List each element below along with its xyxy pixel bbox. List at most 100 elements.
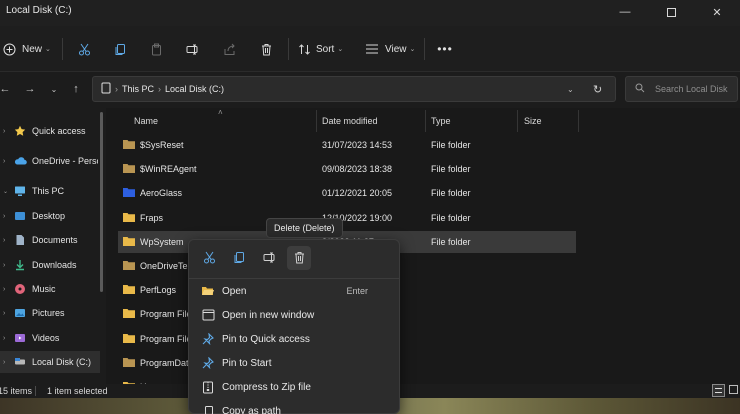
- chevron-right-icon[interactable]: ›: [3, 158, 5, 165]
- chevron-down-icon[interactable]: ⌄: [3, 188, 8, 195]
- column-divider[interactable]: [425, 110, 426, 132]
- cut-button[interactable]: [73, 38, 95, 60]
- refresh-icon: ↻: [593, 83, 603, 96]
- details-view-icon: [715, 388, 722, 393]
- rename-button[interactable]: [181, 38, 203, 60]
- open-folder-icon: [201, 284, 215, 298]
- column-header-type[interactable]: Type: [431, 110, 451, 132]
- back-button[interactable]: ←: [0, 80, 14, 98]
- menu-item-pin-quick-access[interactable]: Pin to Quick access: [191, 327, 398, 351]
- chevron-right-icon[interactable]: ›: [3, 310, 5, 317]
- column-divider[interactable]: [316, 110, 317, 132]
- column-label: Type: [431, 116, 451, 126]
- table-row[interactable]: Fraps 12/10/2022 19:00 File folder: [118, 207, 576, 229]
- sidebar-item-documents[interactable]: › Documents: [0, 229, 100, 251]
- up-button[interactable]: ↑: [67, 80, 85, 98]
- context-copy-button[interactable]: [227, 246, 251, 270]
- column-label: Name: [134, 116, 159, 126]
- sidebar-item-music[interactable]: › Music: [0, 278, 100, 300]
- context-cut-button[interactable]: [197, 246, 221, 270]
- sidebar-item-quick-access[interactable]: › Quick access: [0, 120, 100, 142]
- paste-button[interactable]: [145, 38, 167, 60]
- videos-icon: [14, 332, 26, 344]
- paste-icon: [150, 43, 163, 56]
- column-divider[interactable]: [517, 110, 518, 132]
- menu-item-pin-start[interactable]: Pin to Start: [191, 351, 398, 375]
- chevron-right-icon[interactable]: ›: [3, 359, 5, 366]
- sidebar-scrollbar[interactable]: [100, 112, 103, 292]
- folder-icon: [123, 333, 135, 343]
- file-date-modified: 01/12/2021 20:05: [322, 188, 393, 199]
- minimize-button[interactable]: —: [602, 0, 648, 24]
- column-header-name[interactable]: Name: [134, 110, 158, 132]
- sidebar-item-desktop[interactable]: › Desktop: [0, 205, 100, 227]
- command-bar: New ⌄ Sort ⌄ View ⌄ •••: [0, 26, 740, 72]
- breadcrumb-local-disk[interactable]: Local Disk (C:): [165, 84, 224, 94]
- menu-item-open[interactable]: Open Enter: [191, 279, 398, 303]
- chevron-right-icon[interactable]: ›: [3, 128, 5, 135]
- view-list-icon: [365, 43, 379, 55]
- address-history-button[interactable]: ⌄: [567, 85, 574, 94]
- documents-icon: [14, 234, 26, 246]
- new-button[interactable]: New ⌄: [3, 38, 51, 60]
- table-row[interactable]: AeroGlass 01/12/2021 20:05 File folder: [118, 182, 576, 204]
- forward-button[interactable]: →: [21, 80, 39, 98]
- chevron-right-icon[interactable]: ›: [3, 286, 5, 293]
- sidebar-item-label: Videos: [32, 333, 60, 343]
- search-input[interactable]: Search Local Disk: [625, 76, 738, 102]
- column-header-size[interactable]: Size: [524, 110, 542, 132]
- delete-tooltip: Delete (Delete): [266, 218, 343, 238]
- more-options-button[interactable]: •••: [434, 38, 456, 60]
- column-header-date[interactable]: Date modified: [322, 110, 378, 132]
- address-bar[interactable]: › This PC › Local Disk (C:) ⌄ ↻: [92, 76, 616, 102]
- arrow-right-icon: →: [24, 83, 36, 95]
- view-button[interactable]: View ⌄: [365, 38, 415, 60]
- chevron-down-icon: ⌄: [45, 46, 51, 53]
- drive-icon: [101, 82, 111, 96]
- column-label: Date modified: [322, 116, 378, 126]
- sidebar-item-label: Pictures: [32, 308, 65, 318]
- table-row[interactable]: $WinREAgent 09/08/2023 18:38 File folder: [118, 158, 576, 180]
- context-menu: Open Enter Open in new window Pin to Qui…: [188, 239, 400, 414]
- chevron-right-icon[interactable]: ›: [3, 237, 5, 244]
- close-button[interactable]: ✕: [694, 0, 740, 24]
- sidebar-item-videos[interactable]: › Videos: [0, 327, 100, 349]
- menu-item-compress-zip[interactable]: Compress to Zip file: [191, 375, 398, 399]
- maximize-button[interactable]: [648, 0, 694, 24]
- menu-item-copy-as-path[interactable]: Copy as path: [191, 399, 398, 414]
- scissors-icon: [78, 43, 91, 56]
- column-divider[interactable]: [578, 110, 579, 132]
- sidebar-item-local-disk[interactable]: › Local Disk (C:): [0, 351, 100, 373]
- sort-button[interactable]: Sort ⌄: [298, 38, 343, 60]
- chevron-right-icon[interactable]: ›: [3, 262, 5, 269]
- desktop-icon: [14, 210, 26, 222]
- copy-button[interactable]: [109, 38, 131, 60]
- table-row[interactable]: $SysReset 31/07/2023 14:53 File folder: [118, 134, 576, 156]
- minimize-icon: —: [619, 6, 631, 18]
- refresh-button[interactable]: ↻: [593, 83, 602, 96]
- chevron-down-icon: ⌄: [409, 46, 416, 53]
- menu-item-open-new-window[interactable]: Open in new window: [191, 303, 398, 327]
- sidebar-item-downloads[interactable]: › Downloads: [0, 254, 100, 276]
- sidebar-item-label: Downloads: [32, 260, 77, 270]
- file-type: File folder: [431, 236, 471, 247]
- file-name: Fraps: [140, 212, 164, 223]
- chevron-right-icon[interactable]: ›: [3, 213, 5, 220]
- navigation-pane: › Quick access › OneDrive - Perso ⌄ This…: [0, 110, 103, 384]
- context-delete-button[interactable]: [287, 246, 311, 270]
- breadcrumb-this-pc[interactable]: This PC: [122, 84, 154, 94]
- chevron-right-icon[interactable]: ›: [3, 335, 5, 342]
- chevron-down-icon: ⌄: [50, 84, 58, 94]
- sidebar-item-pictures[interactable]: › Pictures: [0, 302, 100, 324]
- sidebar-item-this-pc[interactable]: ⌄ This PC: [0, 180, 100, 202]
- file-name: Program File: [140, 333, 192, 344]
- share-button[interactable]: [218, 38, 240, 60]
- sidebar-item-onedrive[interactable]: › OneDrive - Perso: [0, 150, 100, 172]
- delete-button[interactable]: [255, 38, 277, 60]
- tiles-view-button[interactable]: [729, 385, 740, 396]
- folder-icon: [123, 236, 135, 246]
- context-rename-button[interactable]: [257, 246, 281, 270]
- recent-locations-button[interactable]: ⌄: [45, 80, 63, 98]
- details-view-button[interactable]: [712, 384, 725, 397]
- file-type: File folder: [431, 140, 471, 150]
